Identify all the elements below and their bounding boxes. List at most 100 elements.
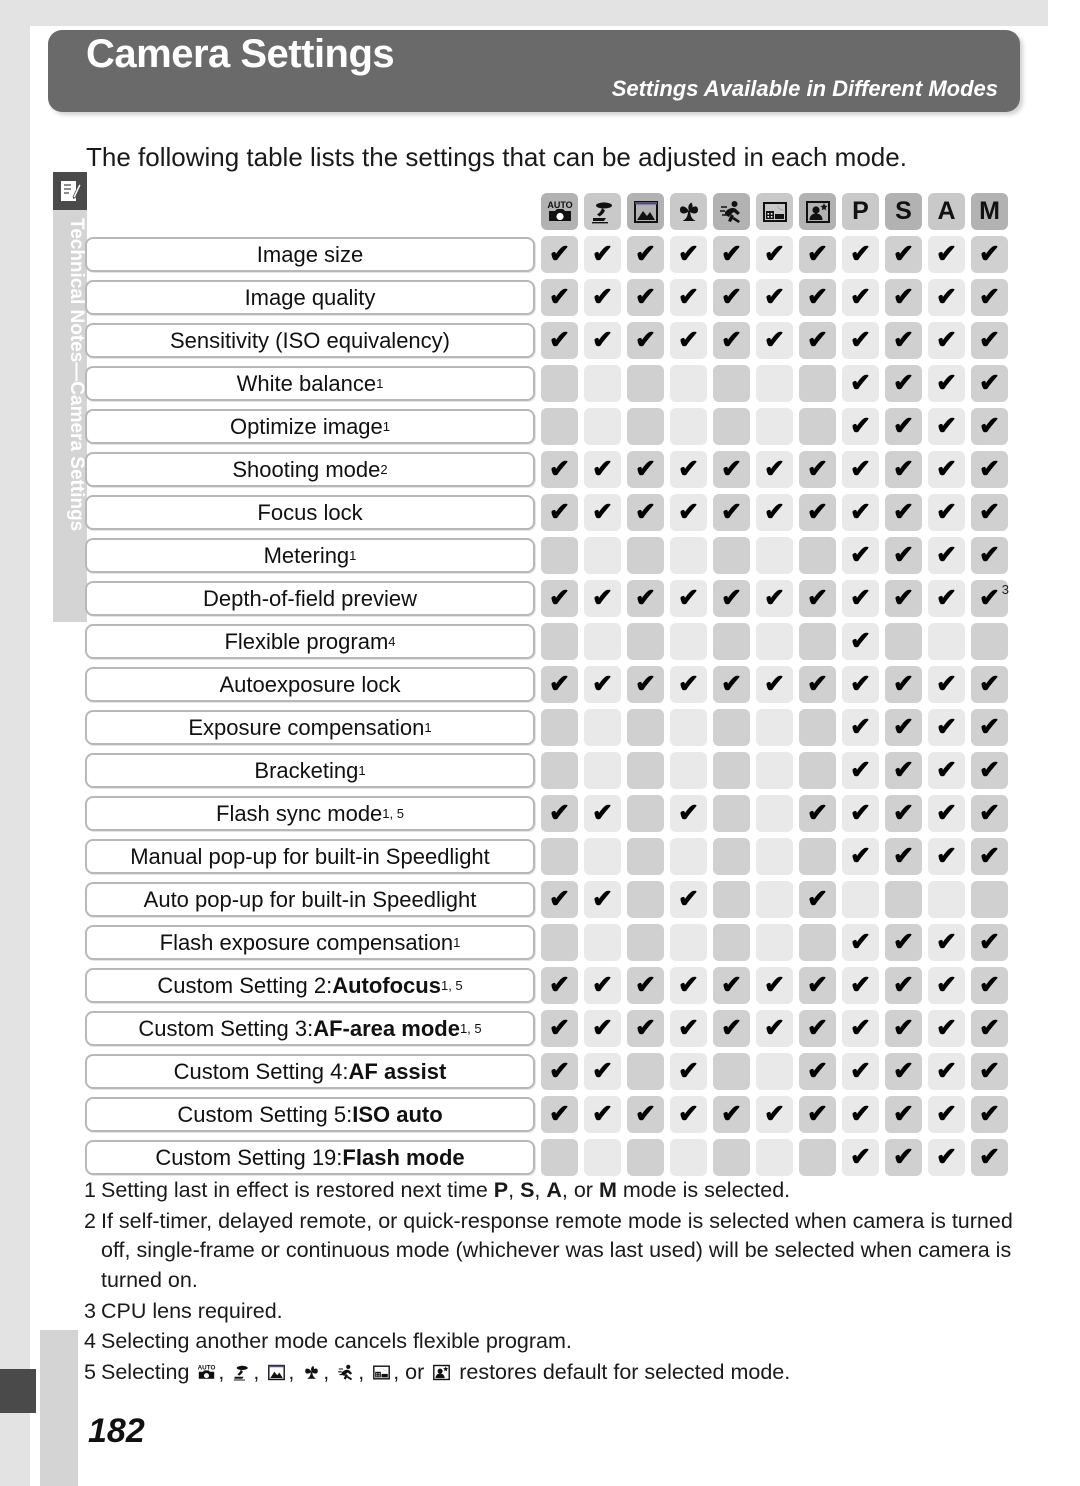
check-icon: ✔ [592, 1014, 613, 1042]
check-icon: ✔ [592, 971, 613, 999]
matrix-cell: ✔ [882, 964, 925, 1007]
matrix-cell: ✔ [538, 577, 581, 620]
matrix-cell: ✔ [710, 233, 753, 276]
check-mark-cell: ✔ [584, 279, 621, 316]
check-mark-cell: ✔ [541, 795, 578, 832]
check-icon: ✔ [936, 326, 957, 354]
check-mark-cell: ✔ [928, 580, 965, 617]
check-icon: ✔ [721, 971, 742, 999]
matrix-cell: ✔ [968, 233, 1011, 276]
check-mark-cell: ✔ [928, 279, 965, 316]
matrix-cell [624, 534, 667, 577]
check-mark-cell: ✔ [971, 408, 1008, 445]
check-mark-cell: ✔ [885, 967, 922, 1004]
empty-cell [670, 838, 707, 875]
empty-cell [541, 838, 578, 875]
check-icon: ✔ [678, 799, 699, 827]
check-icon: ✔ [979, 842, 1000, 870]
matrix-cell: ✔ [753, 964, 796, 1007]
check-mark-cell: ✔ [885, 1010, 922, 1047]
empty-cell [584, 623, 621, 660]
mode-sports-icon [713, 193, 750, 230]
empty-cell [627, 924, 664, 961]
matrix-cell: ✔ [796, 319, 839, 362]
svg-text:AUTO: AUTO [547, 200, 572, 210]
empty-cell [670, 365, 707, 402]
check-mark-cell: ✔ [885, 752, 922, 789]
page-frame-left [0, 0, 30, 1486]
footnote-number: 2 [84, 1208, 96, 1233]
check-icon: ✔ [893, 541, 914, 569]
mode-night-landscape-icon [756, 193, 793, 230]
matrix-cell [968, 620, 1011, 663]
setting-label: Optimize image 1 [85, 409, 535, 444]
matrix-cell: ✔ [581, 491, 624, 534]
check-icon: ✔ [592, 240, 613, 268]
check-mark-cell: ✔ [885, 408, 922, 445]
setting-label-cell: Custom Setting 4: AF assist [82, 1050, 538, 1093]
check-icon: ✔ [678, 1057, 699, 1085]
matrix-cell [581, 620, 624, 663]
matrix-cell: ✔ [968, 491, 1011, 534]
matrix-cell [538, 405, 581, 448]
header-spacer [82, 190, 538, 233]
matrix-cell: ✔ [925, 1136, 968, 1179]
check-icon: ✔ [764, 326, 785, 354]
matrix-cell [753, 534, 796, 577]
check-icon: ✔ [936, 799, 957, 827]
empty-cell [799, 537, 836, 574]
check-mark-cell: ✔ [885, 365, 922, 402]
check-mark-cell: ✔ [670, 451, 707, 488]
empty-cell [885, 623, 922, 660]
empty-cell [756, 623, 793, 660]
footnote: 5 Selecting AUTO, , , , , , or restores d… [84, 1358, 1014, 1388]
check-icon: ✔ [807, 1057, 828, 1085]
check-icon: ✔ [764, 455, 785, 483]
check-mark-cell: ✔ [928, 1053, 965, 1090]
check-icon: ✔ [592, 283, 613, 311]
matrix-cell: ✔ [753, 1093, 796, 1136]
matrix-cell [624, 1050, 667, 1093]
check-mark-cell: ✔ [842, 408, 879, 445]
matrix-cell [624, 878, 667, 921]
matrix-cell: ✔ [667, 276, 710, 319]
check-mark-cell: ✔ [799, 580, 836, 617]
check-mark-cell: ✔ [928, 709, 965, 746]
matrix-cell: ✔ [796, 1050, 839, 1093]
empty-cell [627, 752, 664, 789]
check-icon: ✔ [678, 240, 699, 268]
check-mark-cell: ✔ [541, 322, 578, 359]
check-icon: ✔ [721, 1014, 742, 1042]
matrix-cell [753, 620, 796, 663]
matrix-cell [667, 362, 710, 405]
check-mark-cell: ✔ [971, 279, 1008, 316]
matrix-cell: ✔ [710, 577, 753, 620]
matrix-cell: ✔ [538, 491, 581, 534]
matrix-cell: ✔ [753, 577, 796, 620]
check-mark-cell: ✔ [971, 1096, 1008, 1133]
table-row: Image quality ✔ ✔ ✔ ✔ ✔ ✔ ✔ ✔ ✔ ✔ ✔ [82, 276, 1011, 319]
check-icon: ✔ [850, 1100, 871, 1128]
check-mark-cell: ✔ [584, 1053, 621, 1090]
matrix-cell: ✔ [624, 1093, 667, 1136]
check-mark-cell: ✔ [842, 924, 879, 961]
check-mark-cell: ✔ [842, 494, 879, 531]
check-icon: ✔ [893, 1143, 914, 1171]
matrix-cell [667, 749, 710, 792]
matrix-cell: ✔ [710, 1007, 753, 1050]
check-icon: ✔ [592, 885, 613, 913]
empty-cell [627, 537, 664, 574]
check-mark-cell: ✔ [541, 1010, 578, 1047]
check-icon: ✔ [764, 670, 785, 698]
check-mark-cell: ✔ [627, 580, 664, 617]
matrix-cell: ✔ [667, 448, 710, 491]
setting-label: Auto pop-up for built-in Speedlight [85, 882, 535, 917]
check-icon: ✔ [721, 498, 742, 526]
matrix-cell: ✔ [882, 405, 925, 448]
empty-cell [756, 709, 793, 746]
check-icon: ✔ [850, 1057, 871, 1085]
empty-cell [584, 838, 621, 875]
mode-landscape-icon [627, 193, 664, 230]
footnote-number: 5 [84, 1359, 96, 1384]
check-icon: ✔ [592, 326, 613, 354]
